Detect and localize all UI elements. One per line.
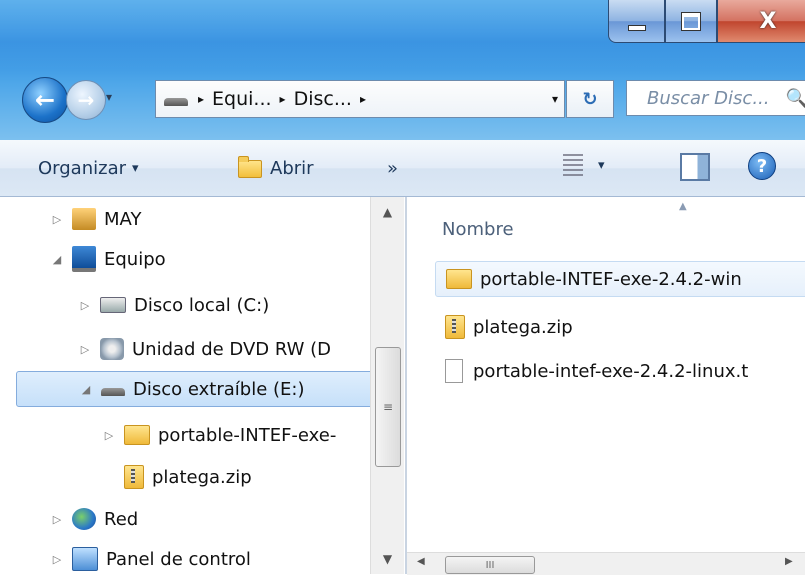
navigation-pane: ▷ MAY ◢ Equipo ▷ Disco local (C:) ▷ Unid… — [0, 197, 407, 574]
tree-item-disco-local[interactable]: ▷ Disco local (C:) — [78, 287, 269, 323]
forward-button[interactable]: → — [66, 80, 106, 120]
sort-indicator-icon: ▲ — [679, 201, 687, 212]
tree-item-dvd[interactable]: ▷ Unidad de DVD RW (D — [78, 331, 331, 367]
control-panel-icon — [72, 547, 98, 571]
tree-item-label: platega.zip — [152, 466, 252, 488]
refresh-icon: ↻ — [582, 88, 598, 110]
chevron-down-icon: ▾ — [132, 161, 139, 176]
collapse-icon[interactable]: ◢ — [50, 253, 64, 266]
scroll-thumb[interactable]: ≡ — [375, 347, 401, 467]
expand-icon[interactable]: ▷ — [78, 343, 92, 356]
navigation-scrollbar[interactable]: ▲ ≡ ▼ — [370, 197, 404, 574]
tree-item-panel-control[interactable]: ▷ Panel de control — [50, 541, 251, 574]
file-name: portable-INTEF-exe-2.4.2-win — [480, 268, 742, 290]
folder-icon — [446, 269, 472, 289]
tree-item-label: Red — [104, 508, 139, 530]
scroll-left-button[interactable]: ◀ — [417, 556, 425, 567]
scroll-down-button[interactable]: ▼ — [371, 552, 404, 566]
horizontal-scrollbar[interactable]: ◀ III ▶ — [407, 552, 805, 575]
close-icon: X — [759, 8, 777, 34]
expand-icon[interactable]: ▷ — [50, 513, 64, 526]
column-header-name[interactable]: Nombre — [442, 219, 514, 240]
breadcrumb-separator[interactable]: ▸ — [194, 92, 208, 106]
file-name: platega.zip — [473, 316, 573, 338]
expand-icon[interactable]: ▷ — [50, 213, 64, 226]
tree-item-platega-zip[interactable]: platega.zip — [124, 459, 252, 495]
file-item-portable-win[interactable]: portable-INTEF-exe-2.4.2-win — [435, 261, 805, 297]
grip-icon: ≡ — [382, 400, 394, 414]
tree-item-label: MAY — [104, 208, 142, 230]
forward-arrow-icon: → — [77, 88, 95, 112]
open-label: Abrir — [270, 158, 314, 179]
document-icon — [445, 359, 463, 383]
more-commands-button[interactable]: » — [387, 158, 398, 179]
tree-item-label: Disco local (C:) — [134, 294, 270, 316]
refresh-button[interactable]: ↻ — [566, 80, 614, 118]
back-arrow-icon: ← — [34, 86, 56, 114]
search-icon[interactable]: 🔍 — [786, 88, 805, 109]
tree-item-equipo[interactable]: ◢ Equipo — [50, 241, 166, 277]
tree-item-label: Unidad de DVD RW (D — [132, 338, 332, 360]
open-folder-icon — [238, 155, 262, 178]
file-name: portable-intef-exe-2.4.2-linux.t — [473, 360, 749, 382]
hard-drive-icon — [100, 297, 126, 313]
back-button[interactable]: ← — [22, 77, 68, 123]
minimize-icon — [627, 25, 646, 31]
zip-folder-icon — [124, 465, 144, 489]
scroll-right-button[interactable]: ▶ — [785, 556, 793, 567]
views-icon[interactable] — [563, 154, 583, 176]
views-dropdown[interactable]: ▾ — [598, 158, 605, 173]
breadcrumb-disco[interactable]: Disc... — [290, 88, 356, 110]
file-list-pane: ▲ Nombre portable-INTEF-exe-2.4.2-win pl… — [407, 197, 805, 574]
scroll-thumb[interactable]: III — [445, 556, 535, 574]
network-icon — [72, 508, 96, 530]
tree-item-label: portable-INTEF-exe- — [158, 424, 337, 446]
organize-button[interactable]: Organizar ▾ — [38, 158, 139, 179]
tree-item-red[interactable]: ▷ Red — [50, 501, 138, 537]
search-placeholder: Buscar Disc... — [647, 87, 770, 109]
open-button[interactable]: Abrir — [238, 155, 314, 179]
expand-icon[interactable]: ▷ — [102, 429, 116, 442]
dvd-drive-icon — [100, 338, 124, 360]
tree-item-label: Panel de control — [106, 548, 251, 570]
caption-buttons: X — [608, 0, 805, 45]
address-dropdown[interactable]: ▾ — [552, 92, 558, 106]
command-bar: Organizar ▾ Abrir » ▾ ? — [0, 140, 805, 197]
computer-icon — [72, 246, 96, 272]
expand-icon[interactable]: ▷ — [78, 299, 92, 312]
folder-icon — [124, 425, 150, 445]
removable-drive-icon — [164, 98, 188, 106]
maximize-button[interactable] — [665, 0, 717, 43]
more-commands-label: » — [387, 158, 399, 179]
breadcrumb-separator[interactable]: ▸ — [356, 92, 370, 106]
recent-pages-dropdown[interactable]: ▾ — [106, 90, 112, 104]
organize-label: Organizar — [38, 158, 126, 179]
tree-item-may[interactable]: ▷ MAY — [50, 201, 141, 237]
expand-icon[interactable]: ▷ — [50, 553, 64, 566]
maximize-icon — [681, 11, 701, 31]
breadcrumb-separator[interactable]: ▸ — [276, 92, 290, 106]
close-button[interactable]: X — [717, 0, 805, 43]
address-bar[interactable]: ▸ Equi... ▸ Disc... ▸ ▾ — [155, 80, 565, 118]
search-input[interactable]: Buscar Disc... 🔍 — [626, 80, 805, 116]
chevron-down-icon: ▾ — [598, 158, 605, 173]
tree-item-disco-extraible[interactable]: ◢ Disco extraíble (E:) — [16, 371, 382, 407]
tree-item-portable-folder[interactable]: ▷ portable-INTEF-exe- — [102, 417, 337, 453]
breadcrumb-equipo[interactable]: Equi... — [208, 88, 276, 110]
help-button[interactable]: ? — [748, 152, 776, 180]
file-item-portable-linux[interactable]: portable-intef-exe-2.4.2-linux.t — [435, 353, 748, 389]
tree-item-label: Equipo — [104, 248, 166, 270]
collapse-icon[interactable]: ◢ — [79, 383, 93, 396]
help-icon: ? — [756, 155, 768, 177]
zip-folder-icon — [445, 315, 465, 339]
preview-pane-button[interactable] — [680, 153, 710, 181]
minimize-button[interactable] — [608, 0, 665, 43]
file-item-platega-zip[interactable]: platega.zip — [435, 309, 573, 345]
scroll-up-button[interactable]: ▲ — [371, 205, 404, 219]
grip-icon: III — [485, 559, 495, 571]
user-folder-icon — [72, 208, 96, 230]
removable-drive-icon — [101, 388, 125, 396]
tree-item-label: Disco extraíble (E:) — [133, 378, 305, 400]
